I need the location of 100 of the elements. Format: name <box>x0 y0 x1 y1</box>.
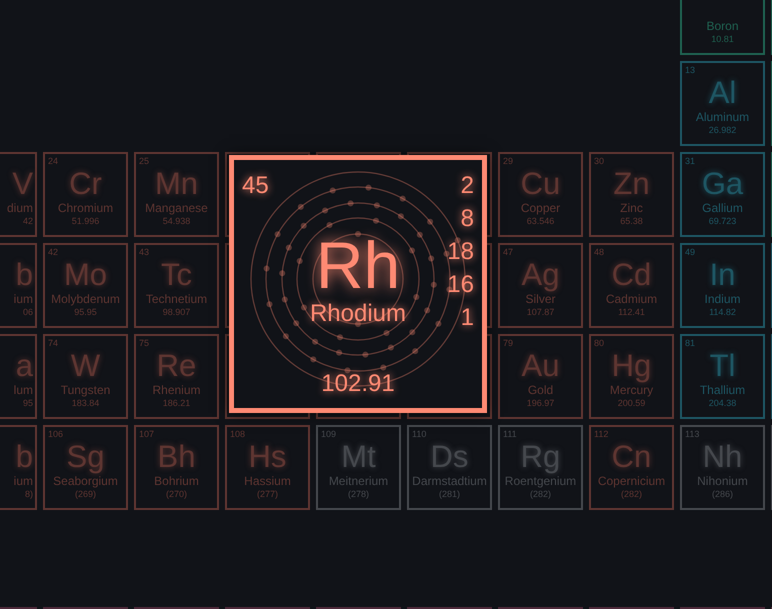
element-symbol: Hg <box>612 350 652 382</box>
element-tile[interactable]: 81 Tl Thallium 204.38 <box>680 334 765 419</box>
element-symbol: Rh <box>316 230 400 300</box>
element-tile[interactable]: 112 Cn Copernicium (282) <box>589 425 674 510</box>
element-name: Gold <box>528 383 554 397</box>
atomic-number: 25 <box>139 156 150 167</box>
element-tile[interactable]: 24 Cr Chromium 51.996 <box>43 152 128 237</box>
atomic-mass: 06 <box>22 306 33 318</box>
atomic-mass: 95 <box>22 397 33 409</box>
shell-electron-count: 16 <box>447 271 474 299</box>
element-symbol: Cu <box>520 168 560 200</box>
element-tile[interactable]: b ium 06 <box>0 243 37 328</box>
atomic-mass: 10.81 <box>711 33 734 45</box>
element-symbol: W <box>70 350 100 382</box>
element-symbol: Au <box>522 350 560 382</box>
element-tile[interactable]: 48 Cd Cadmium 112.41 <box>589 243 674 328</box>
atomic-mass: (269) <box>74 488 96 500</box>
atomic-mass: 51.996 <box>72 215 100 227</box>
atomic-mass: (270) <box>166 488 187 500</box>
element-name: Rhenium <box>152 383 201 397</box>
element-tile[interactable]: 108 Hs Hassium (277) <box>225 425 310 510</box>
element-name: Seaborgium <box>53 474 118 488</box>
element-tile[interactable]: Boron 10.81 <box>680 0 765 55</box>
atomic-mass: 63.546 <box>526 215 554 227</box>
atomic-number: 107 <box>139 429 154 440</box>
atomic-number: 31 <box>685 156 696 167</box>
atomic-number: 106 <box>48 429 64 440</box>
atomic-number: 42 <box>48 247 58 258</box>
element-symbol: Re <box>156 350 196 382</box>
atomic-number: 43 <box>139 247 150 258</box>
element-name: Aluminum <box>696 110 750 124</box>
element-tile[interactable]: 25 Mn Manganese 54.938 <box>134 152 219 237</box>
atomic-number: 48 <box>594 247 604 258</box>
element-symbol: Ga <box>702 168 744 200</box>
element-name: Manganese <box>145 201 208 215</box>
element-tile[interactable]: 79 Au Gold 196.97 <box>498 334 583 419</box>
element-tile[interactable]: a lum 95 <box>0 334 37 419</box>
element-tile[interactable]: 49 In Indium 114.82 <box>680 243 765 328</box>
element-name: ium <box>14 474 33 488</box>
element-tile[interactable]: V dium 42 <box>0 152 37 237</box>
atomic-mass: 186.21 <box>162 397 190 409</box>
element-tile[interactable]: 43 Tc Technetium 98.907 <box>134 243 219 328</box>
atomic-mass: 98.907 <box>162 306 190 318</box>
element-symbol: Mn <box>154 168 198 200</box>
atomic-mass: (277) <box>256 488 278 500</box>
shell-electron-count: 1 <box>460 304 474 332</box>
element-tile[interactable]: 74 W Tungsten 183.84 <box>43 334 128 419</box>
atomic-mass: 54.938 <box>162 215 190 227</box>
atomic-number: 29 <box>503 156 514 167</box>
element-tile[interactable]: 13 Al Aluminum 26.982 <box>680 61 765 146</box>
element-symbol: b <box>16 259 33 291</box>
element-tile[interactable]: 80 Hg Mercury 200.59 <box>589 334 674 419</box>
element-symbol: b <box>16 441 33 473</box>
atomic-mass: 107.87 <box>526 306 554 318</box>
element-name: Rhodium <box>310 300 406 328</box>
atomic-number: 75 <box>139 338 150 349</box>
element-tile[interactable]: b ium 8) <box>0 425 37 510</box>
element-name: Molybdenum <box>51 292 120 306</box>
atomic-number: 79 <box>503 338 514 349</box>
element-symbol: Zn <box>613 168 650 200</box>
element-tile[interactable]: 47 Ag Silver 107.87 <box>498 243 583 328</box>
atomic-number: 81 <box>685 338 696 349</box>
element-symbol: a <box>16 350 33 382</box>
element-name: Bohrium <box>154 474 199 488</box>
element-name: Zinc <box>620 201 643 215</box>
element-name: Mercury <box>610 383 654 397</box>
atomic-number: 49 <box>685 247 696 258</box>
element-name: dium <box>6 201 33 215</box>
atomic-mass: 95.95 <box>74 306 97 318</box>
element-name: Copper <box>520 201 560 215</box>
element-tile[interactable]: 30 Zn Zinc 65.38 <box>589 152 674 237</box>
atomic-mass: 102.91 <box>320 370 396 398</box>
atomic-number: 108 <box>230 429 246 440</box>
element-tile[interactable]: 107 Bh Bohrium (270) <box>134 425 219 510</box>
atomic-number: 45 <box>242 172 269 200</box>
atomic-number: 47 <box>503 247 514 258</box>
element-tile[interactable]: 29 Cu Copper 63.546 <box>498 152 583 237</box>
element-name: Gallium <box>702 201 743 215</box>
element-name: Chromium <box>58 201 114 215</box>
atomic-number: 13 <box>685 65 696 76</box>
element-symbol: Sg <box>66 441 104 473</box>
element-name: Copernicium <box>598 474 666 488</box>
element-name: Hassium <box>244 474 291 488</box>
shell-electron-count: 2 <box>460 172 474 200</box>
atomic-mass: 200.59 <box>618 397 646 409</box>
atomic-mass: 183.84 <box>72 397 100 409</box>
element-tile[interactable]: 75 Re Rhenium 186.21 <box>134 334 219 419</box>
element-symbol: V <box>12 168 33 200</box>
element-tile[interactable]: 106 Sg Seaborgium (269) <box>43 425 128 510</box>
element-tile[interactable]: 42 Mo Molybdenum 95.95 <box>43 243 128 328</box>
element-symbol: Al <box>708 77 736 109</box>
element-name: ium <box>14 292 33 306</box>
atomic-mass: 42 <box>22 215 33 227</box>
element-tile[interactable]: 31 Ga Gallium 69.723 <box>680 152 765 237</box>
element-name: lum <box>14 383 33 397</box>
element-name: Boron <box>706 19 739 33</box>
element-symbol: Cr <box>69 168 102 200</box>
atomic-mass: 204.38 <box>708 397 736 409</box>
atomic-mass: 114.82 <box>709 306 736 318</box>
element-name: Cadmium <box>606 292 658 306</box>
